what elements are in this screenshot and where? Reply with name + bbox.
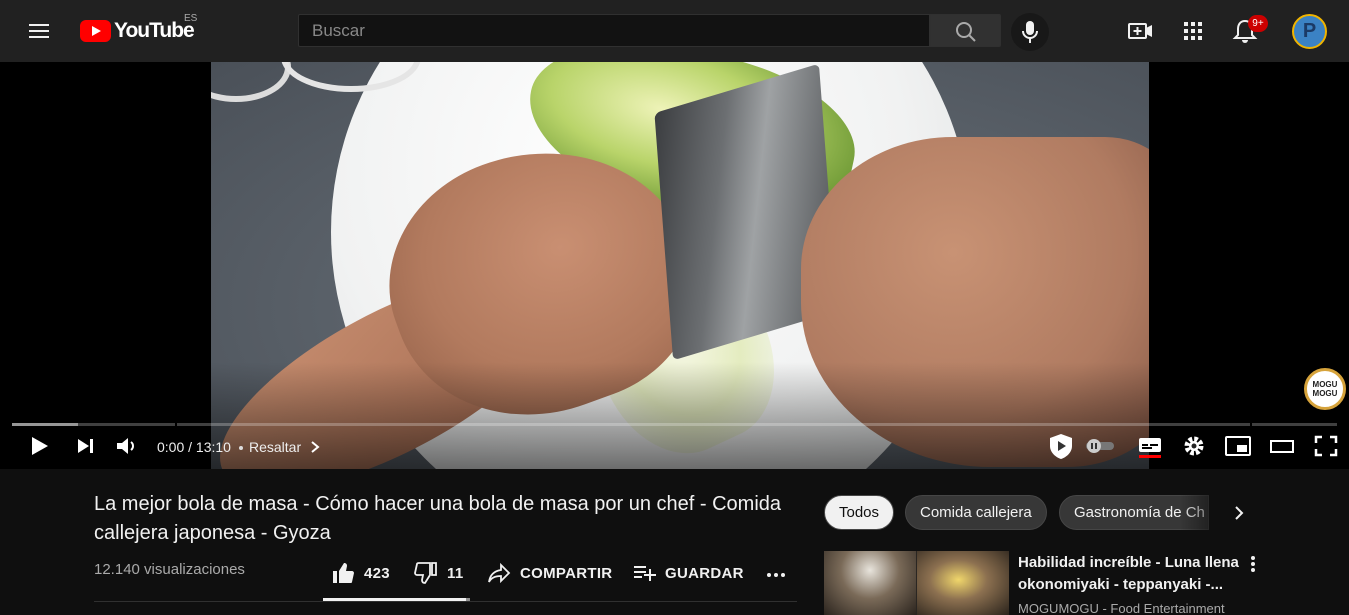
dot-separator xyxy=(238,440,244,454)
logo-wordmark: YouTube xyxy=(114,19,195,42)
view-count: 12.140 visualizaciones xyxy=(94,561,245,578)
play-icon xyxy=(32,437,48,455)
volume-button[interactable] xyxy=(113,433,139,459)
playlist-add-icon xyxy=(634,566,656,581)
chapter-button[interactable]: Resaltar xyxy=(249,439,321,455)
hamburger-icon xyxy=(29,24,49,26)
video-title: La mejor bola de masa - Cómo hacer una b… xyxy=(94,490,794,548)
save-label: GUARDAR xyxy=(665,564,744,582)
save-button[interactable]: GUARDAR xyxy=(632,558,744,588)
notifications-badge: 9+ xyxy=(1248,15,1268,32)
chips-next-button[interactable] xyxy=(1226,500,1252,526)
youtube-play-logo-icon xyxy=(80,20,111,42)
chapter-marker xyxy=(1250,423,1252,426)
theater-mode-button[interactable] xyxy=(1268,433,1296,459)
masthead: YouTube ES Buscar 9+ P xyxy=(0,0,1349,62)
create-button[interactable] xyxy=(1124,15,1156,47)
search-icon xyxy=(956,22,976,42)
youtube-logo[interactable]: YouTube xyxy=(80,19,195,43)
recommendation-menu-button[interactable] xyxy=(1244,554,1262,576)
video-camera-plus-icon xyxy=(1128,23,1152,39)
video-player[interactable]: MOGU MOGU 0:00 / 13:10 Resaltar xyxy=(0,62,1349,469)
shield-play-icon xyxy=(1050,434,1072,459)
hamburger-icon-line xyxy=(29,30,49,32)
recommendation-title[interactable]: Habilidad increíble - Luna llena okonomi… xyxy=(1018,552,1243,596)
miniplayer-icon xyxy=(1225,436,1251,456)
autoplay-toggle-icon xyxy=(1086,439,1114,453)
subtitles-button[interactable] xyxy=(1137,433,1163,459)
fullscreen-icon xyxy=(1314,435,1338,457)
apps-button[interactable] xyxy=(1177,15,1209,47)
avatar-letter: P xyxy=(1302,20,1317,42)
channel-watermark[interactable]: MOGU MOGU xyxy=(1304,368,1346,410)
share-label: COMPARTIR xyxy=(520,564,613,582)
progress-bar[interactable] xyxy=(12,423,1337,426)
next-button[interactable] xyxy=(73,433,99,459)
plates-image xyxy=(211,62,291,102)
chip-todos[interactable]: Todos xyxy=(824,495,895,530)
thumbs-down-icon xyxy=(414,562,437,584)
thumbs-up-icon xyxy=(333,563,354,583)
miniplayer-button[interactable] xyxy=(1224,433,1252,459)
chapter-marker xyxy=(175,423,177,426)
volume-icon xyxy=(117,438,134,454)
more-vertical-icon xyxy=(1251,556,1255,572)
avatar[interactable]: P xyxy=(1292,14,1327,49)
hamburger-icon-line xyxy=(29,36,49,38)
play-button[interactable] xyxy=(26,433,52,459)
chip-comida-callejera[interactable]: Comida callejera xyxy=(905,495,1047,530)
autoplay-toggle[interactable] xyxy=(1084,433,1116,459)
grid-apps-icon xyxy=(1184,22,1202,40)
share-arrow-icon xyxy=(488,562,511,584)
fullscreen-button[interactable] xyxy=(1312,433,1340,459)
recommendation-channel[interactable]: MOGUMOGU - Food Entertainment xyxy=(1018,601,1240,615)
dislike-count: 11 xyxy=(447,564,464,582)
chapter-label: Resaltar xyxy=(249,439,302,455)
like-button[interactable]: 423 xyxy=(331,558,390,588)
video-title-line: La mejor bola de masa - Cómo hacer una b… xyxy=(94,493,782,515)
search-input[interactable] xyxy=(299,15,929,46)
adblock-extension-button[interactable] xyxy=(1046,431,1076,461)
next-track-icon xyxy=(78,439,93,453)
video-title-line: callejera japonesa - Gyoza xyxy=(94,522,331,544)
hamburger-menu-button[interactable] xyxy=(24,16,54,46)
more-horizontal-icon xyxy=(767,573,785,577)
voice-search-button[interactable] xyxy=(1011,13,1049,51)
search-button[interactable] xyxy=(930,14,1001,47)
chips-fade xyxy=(1180,494,1270,531)
thumbnail-image xyxy=(824,551,916,615)
time-display: 0:00 / 13:10 xyxy=(157,439,231,455)
microphone-icon xyxy=(1022,21,1038,43)
progress-loaded xyxy=(12,423,79,426)
dislike-button[interactable]: 11 xyxy=(414,558,463,588)
more-actions-button[interactable] xyxy=(764,558,797,588)
chevron-right-icon xyxy=(1235,506,1244,520)
chevron-right-icon xyxy=(311,441,320,453)
thumbnail-image xyxy=(917,551,1009,615)
recommendation-thumbnail[interactable] xyxy=(824,551,1009,615)
settings-button[interactable] xyxy=(1181,433,1207,459)
share-button[interactable]: COMPARTIR xyxy=(487,558,612,588)
search-box xyxy=(298,14,930,47)
like-count: 423 xyxy=(364,564,390,582)
recommendation-title-line: okonomiyaki - teppanyaki -... xyxy=(1018,576,1224,593)
recommendation-title-line: Habilidad increíble - Luna llena xyxy=(1018,554,1239,571)
dot-icon xyxy=(239,446,243,450)
theater-mode-icon xyxy=(1270,440,1294,453)
gear-icon xyxy=(1184,436,1204,456)
country-code: ES xyxy=(184,13,198,24)
subtitles-icon xyxy=(1139,438,1161,458)
divider xyxy=(94,601,797,602)
